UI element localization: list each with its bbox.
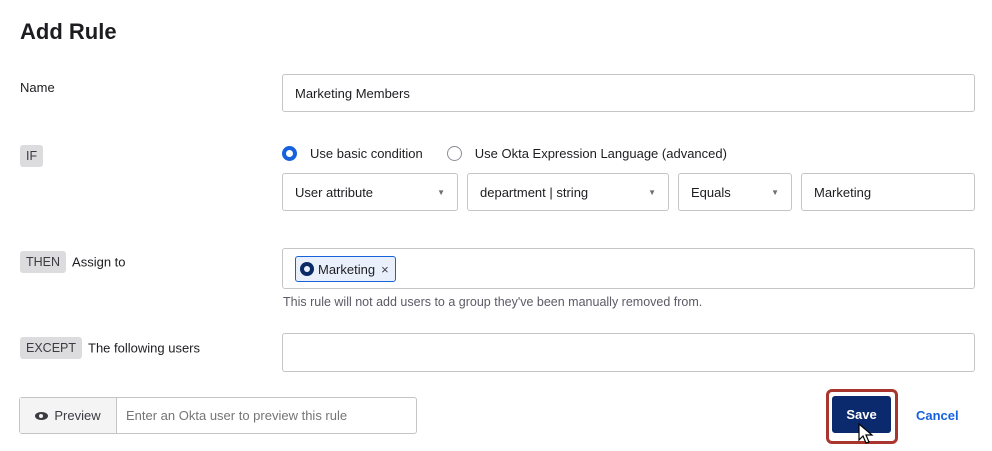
if-label: IF [20,145,49,167]
caret-down-icon: ▼ [648,187,656,197]
caret-down-icon: ▼ [437,187,445,197]
except-tag: EXCEPT [20,337,83,359]
basic-condition-label[interactable]: Use basic condition [310,146,423,161]
except-users-input[interactable] [282,333,975,372]
cancel-button[interactable]: Cancel [916,408,959,423]
group-icon [300,262,314,276]
preview-group: Preview [19,397,417,434]
name-label: Name [20,80,55,95]
name-input[interactable]: Marketing Members [282,74,975,112]
then-tag: THEN [20,251,67,273]
operator-value: Equals [691,184,731,200]
preview-button-label: Preview [54,408,101,423]
then-label: THEN Assign to [20,251,126,273]
expression-language-radio[interactable] [446,146,462,161]
attribute-value: department | string [480,184,589,200]
preview-button[interactable]: Preview [20,398,117,433]
group-chip-label: Marketing [318,261,376,277]
caret-down-icon: ▼ [771,187,779,197]
eye-icon [35,411,49,420]
group-chip: Marketing × [295,256,396,282]
condition-value-input[interactable]: Marketing [801,173,975,211]
attribute-type-select[interactable]: User attribute ▼ [282,173,458,211]
remove-chip-icon[interactable]: × [381,262,389,277]
except-label: EXCEPT The following users [20,337,200,359]
attribute-select[interactable]: department | string ▼ [467,173,669,211]
attribute-type-value: User attribute [295,184,374,200]
following-users-label: The following users [88,340,201,356]
if-tag: IF [20,145,44,167]
assign-hint: This rule will not add users to a group … [283,295,703,309]
basic-condition-radio[interactable] [282,146,297,161]
page-title: Add Rule [20,19,117,44]
preview-user-input[interactable] [117,398,416,433]
assign-to-label: Assign to [72,254,126,270]
mouse-cursor-icon [858,423,874,444]
condition-type-radio-group: Use basic condition Use Okta Expression … [282,146,751,161]
expression-language-label[interactable]: Use Okta Expression Language (advanced) [475,146,727,161]
operator-select[interactable]: Equals ▼ [678,173,792,211]
